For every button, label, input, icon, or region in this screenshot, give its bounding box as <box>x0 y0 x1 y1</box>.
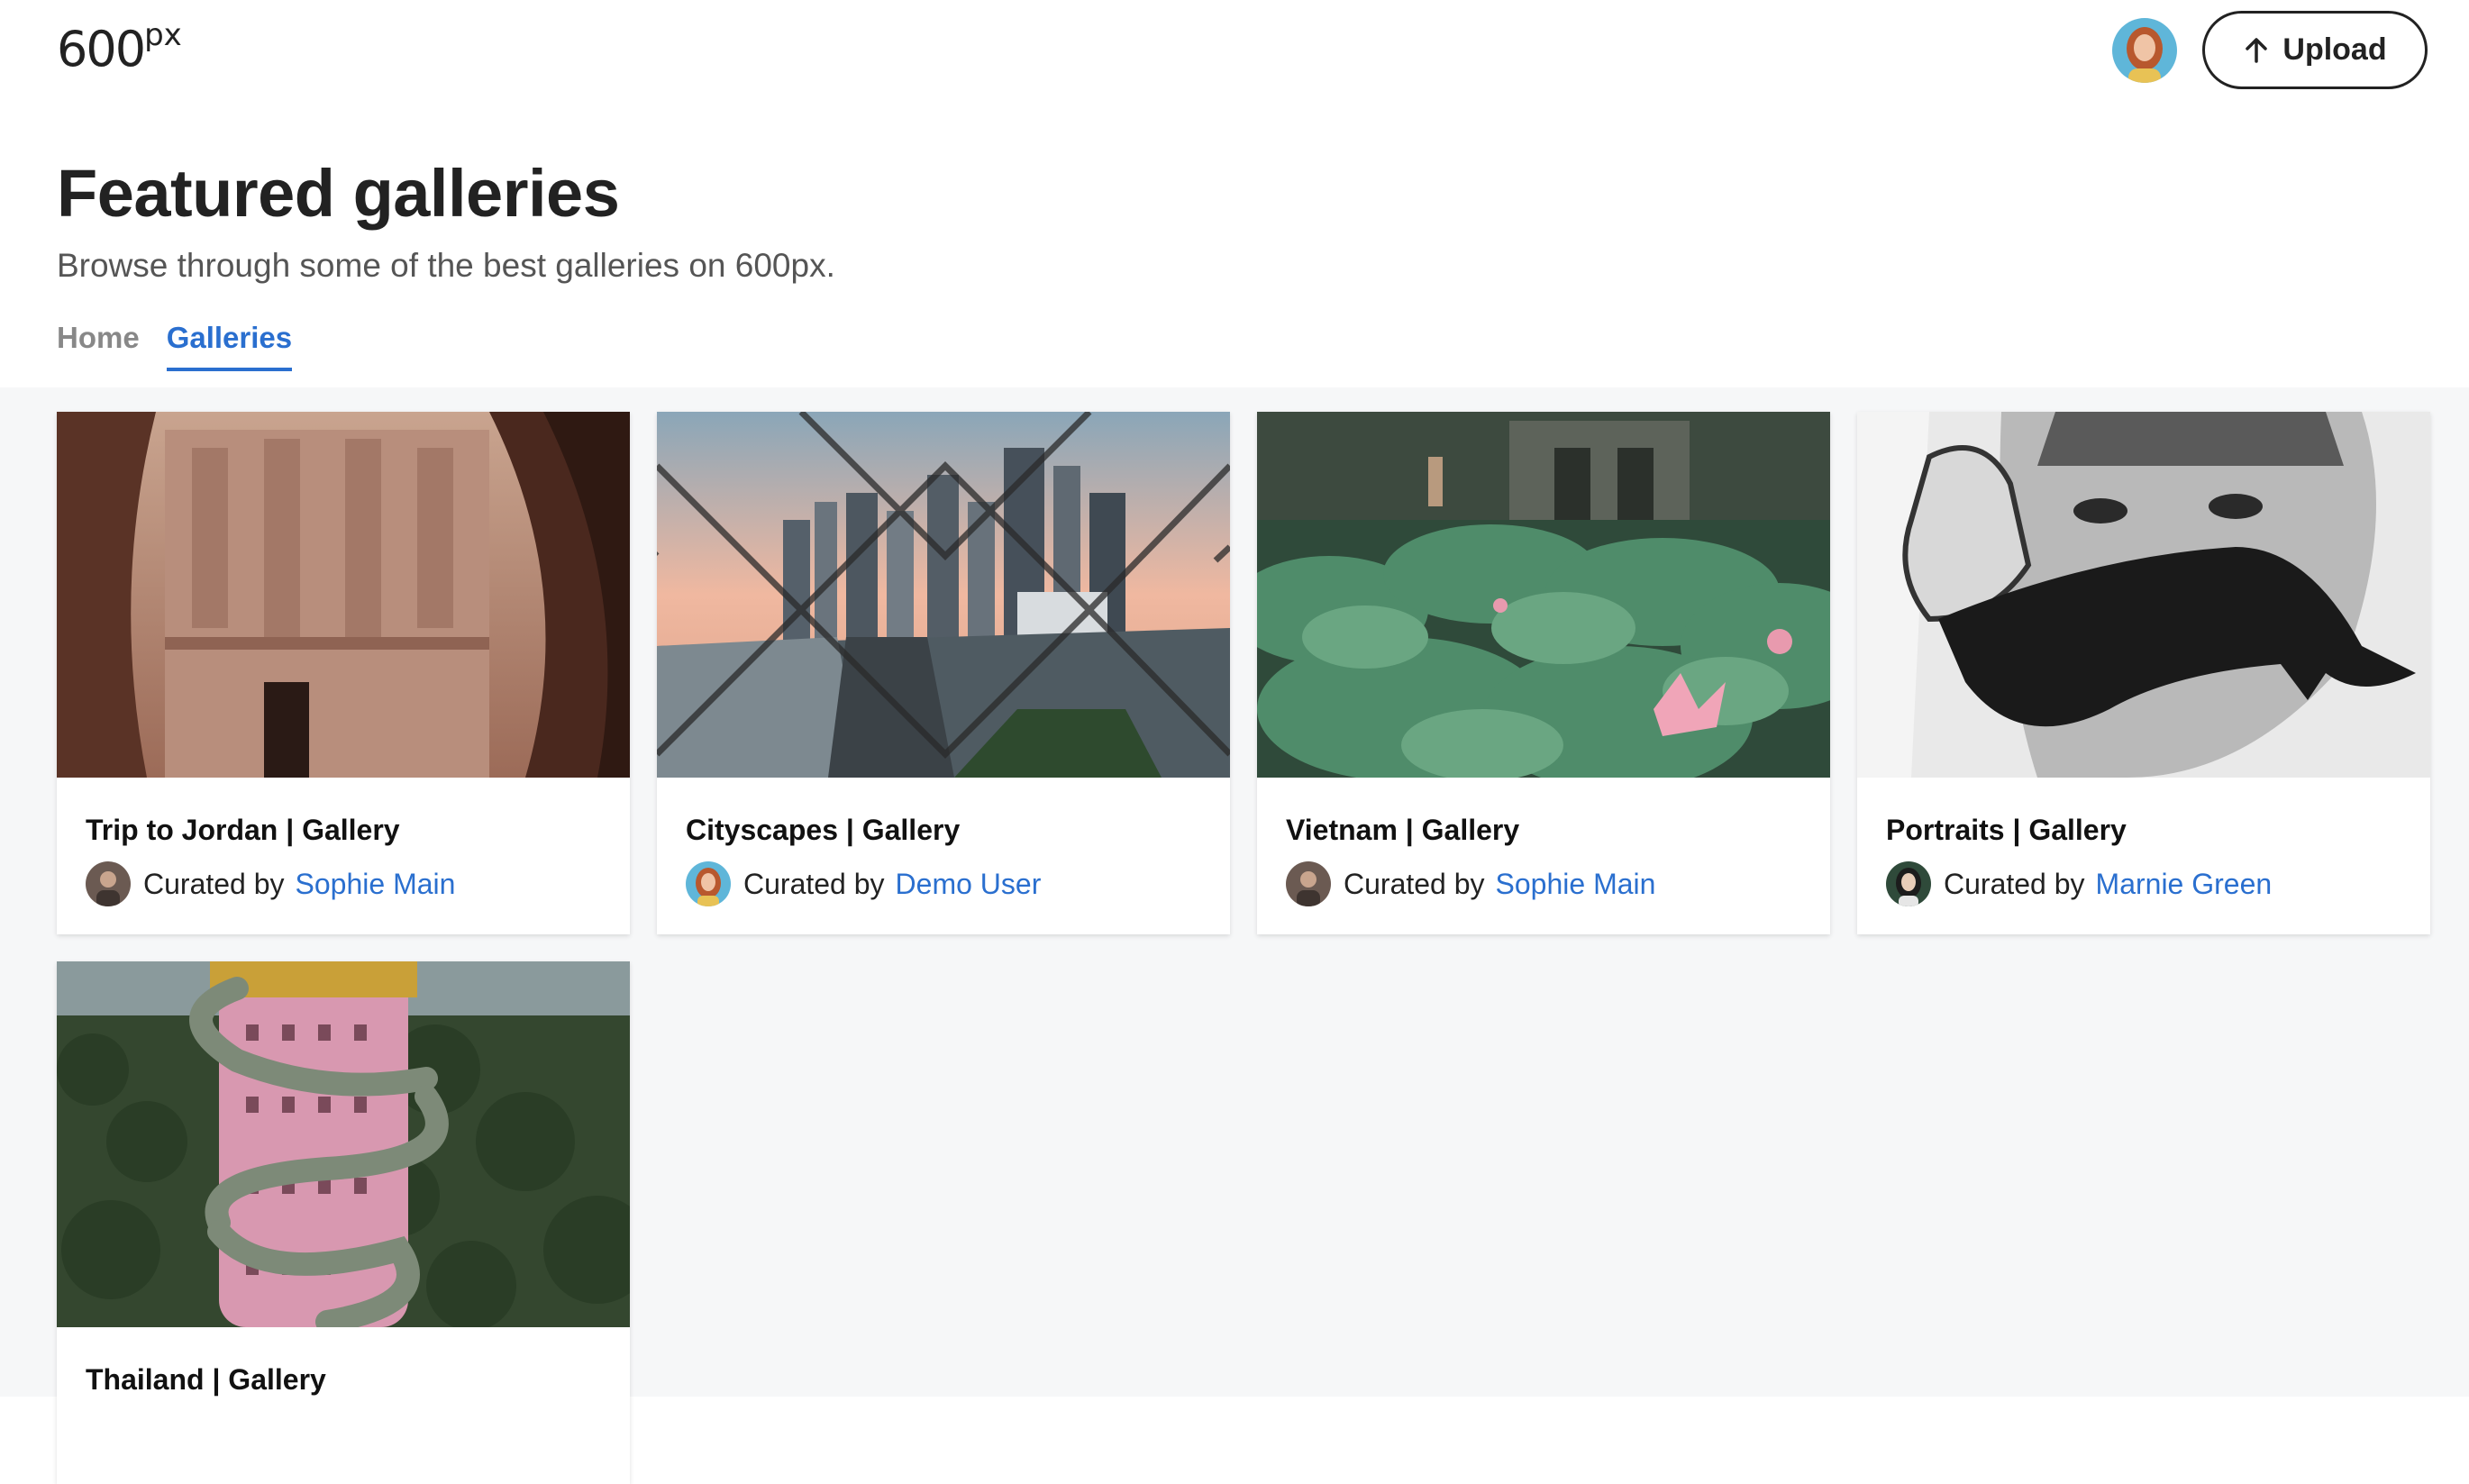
gallery-photo[interactable] <box>57 412 630 778</box>
curator-line: Curated by Demo User <box>686 861 1201 906</box>
gallery-card[interactable]: Portraits | Gallery Curated by Marnie Gr… <box>1857 412 2430 934</box>
gallery-title[interactable]: Vietnam | Gallery <box>1286 814 1801 847</box>
gallery-title[interactable]: Cityscapes | Gallery <box>686 814 1201 847</box>
gallery-card[interactable]: Thailand | Gallery <box>57 961 630 1484</box>
upload-button[interactable]: Upload <box>2202 11 2428 89</box>
curator-avatar[interactable] <box>686 861 731 906</box>
gallery-photo[interactable] <box>1257 412 1830 778</box>
card-info: Vietnam | Gallery Curated by Sophie Main <box>1257 778 1830 934</box>
logo[interactable]: 600px <box>57 20 182 74</box>
curated-by-label: Curated by <box>743 867 885 900</box>
curated-by-label: Curated by <box>1944 867 2085 900</box>
curator-avatar[interactable] <box>1286 861 1331 906</box>
curator-link[interactable]: Demo User <box>896 868 1042 901</box>
curated-by-label: Curated by <box>143 867 285 900</box>
card-info: Cityscapes | Gallery Curated by Demo Use… <box>657 778 1230 934</box>
page-title: Featured galleries <box>57 156 620 231</box>
curator-avatar[interactable] <box>1886 861 1931 906</box>
arrow-up-icon <box>2246 37 2268 63</box>
gallery-card[interactable]: Trip to Jordan | Gallery Curated by Soph… <box>57 412 630 934</box>
tab-galleries[interactable]: Galleries <box>166 321 293 371</box>
gallery-card[interactable]: Vietnam | Gallery Curated by Sophie Main <box>1257 412 1830 934</box>
curator-line: Curated by Sophie Main <box>1286 861 1801 906</box>
card-info: Trip to Jordan | Gallery Curated by Soph… <box>57 778 630 934</box>
upload-label: Upload <box>2282 32 2387 67</box>
curator-line: Curated by Sophie Main <box>86 861 601 906</box>
page-subtitle: Browse through some of the best gallerie… <box>57 247 835 284</box>
gallery-title[interactable]: Portraits | Gallery <box>1886 814 2401 847</box>
gallery-title[interactable]: Thailand | Gallery <box>86 1363 601 1397</box>
curator-link[interactable]: Sophie Main <box>1496 868 1656 901</box>
user-avatar[interactable] <box>2112 18 2177 83</box>
curated-by-label: Curated by <box>1344 867 1485 900</box>
top-bar: 600px Upload <box>0 0 2469 99</box>
gallery-photo[interactable] <box>657 412 1230 778</box>
gallery-title[interactable]: Trip to Jordan | Gallery <box>86 814 601 847</box>
curator-link[interactable]: Marnie Green <box>2096 868 2273 901</box>
curator-line: Curated by Marnie Green <box>1886 861 2401 906</box>
tab-home[interactable]: Home <box>57 321 140 371</box>
gallery-photo[interactable] <box>1857 412 2430 778</box>
gallery-area: Trip to Jordan | Gallery Curated by Soph… <box>0 387 2469 1484</box>
card-info: Thailand | Gallery <box>57 1327 630 1484</box>
curator-link[interactable]: Sophie Main <box>296 868 456 901</box>
curator-avatar[interactable] <box>86 861 131 906</box>
tab-bar: Home Galleries <box>57 321 293 371</box>
card-info: Portraits | Gallery Curated by Marnie Gr… <box>1857 778 2430 934</box>
gallery-photo[interactable] <box>57 961 630 1327</box>
gallery-card[interactable]: Cityscapes | Gallery Curated by Demo Use… <box>657 412 1230 934</box>
